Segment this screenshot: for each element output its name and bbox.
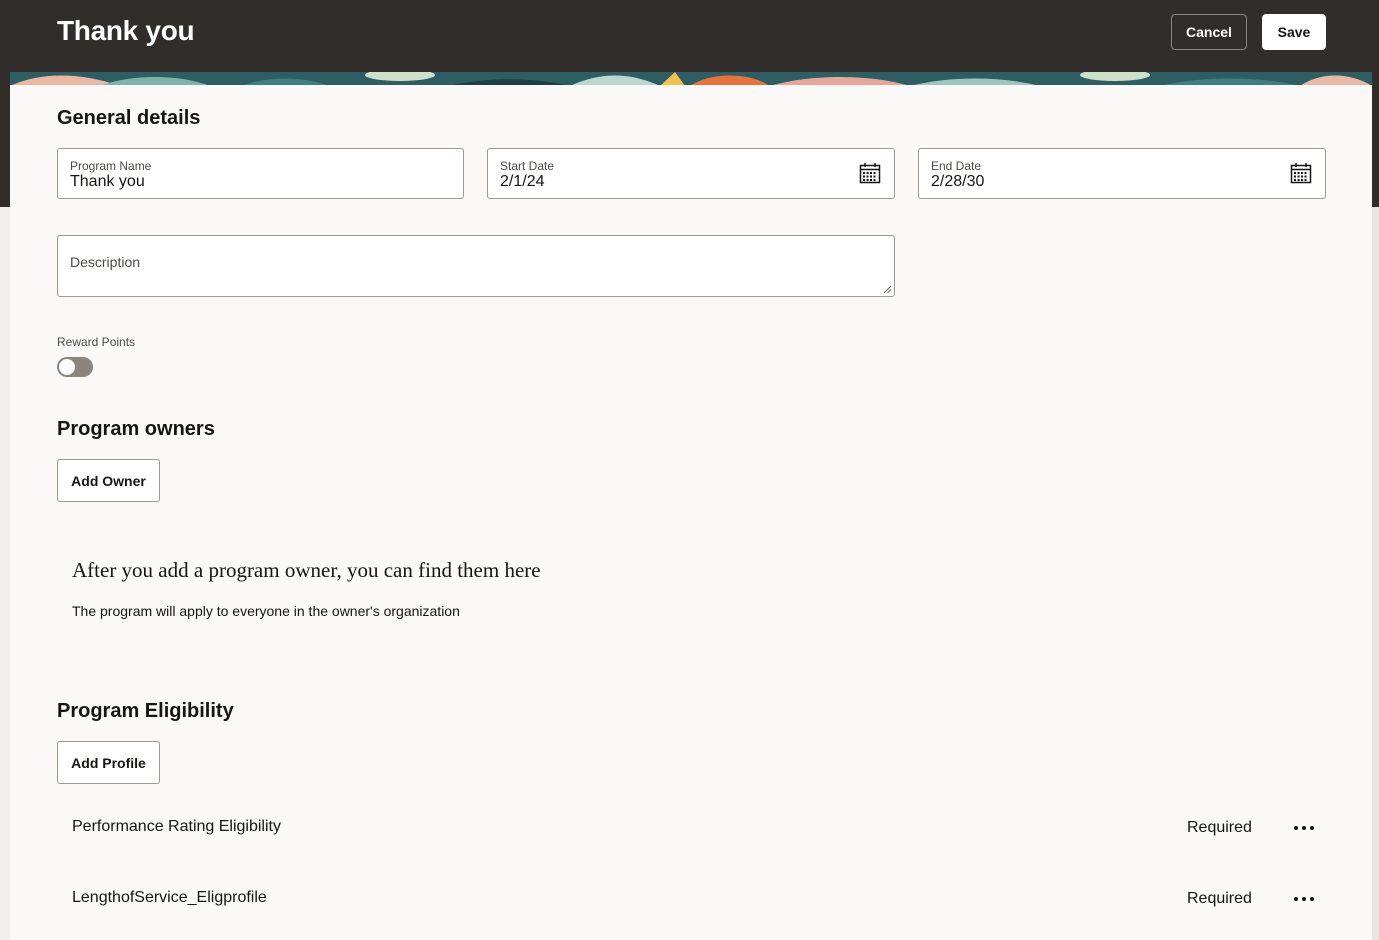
end-date-label: End Date — [931, 159, 982, 173]
program-name-value: Thank you — [70, 173, 145, 190]
banner-pattern-image — [10, 72, 1372, 86]
more-options-icon[interactable] — [1292, 816, 1316, 840]
general-details-heading: General details — [57, 107, 201, 129]
page-edge — [1372, 207, 1379, 940]
owners-empty-title: After you add a program owner, you can f… — [72, 558, 541, 582]
decorative-banner — [10, 72, 1372, 86]
list-item: LengthofService_Eligprofile Required — [57, 879, 1327, 919]
reward-points-label: Reward Points — [57, 335, 136, 349]
reward-points-toggle[interactable] — [57, 357, 93, 377]
program-owners-heading: Program owners — [57, 418, 215, 440]
page-title: Thank you — [57, 15, 195, 46]
calendar-icon[interactable] — [859, 162, 881, 184]
page-header: Thank you Cancel Save — [0, 0, 1379, 72]
eligibility-profile-name: Performance Rating Eligibility — [72, 818, 281, 835]
add-owner-button[interactable]: Add Owner — [57, 459, 160, 502]
toggle-knob — [59, 359, 75, 375]
eligibility-status: Required — [1187, 819, 1252, 836]
program-name-field[interactable]: Program Name Thank you — [57, 148, 464, 199]
calendar-icon[interactable] — [1290, 162, 1312, 184]
start-date-value: 2/1/24 — [500, 173, 545, 190]
end-date-field[interactable]: End Date 2/28/30 — [918, 148, 1326, 199]
description-field[interactable]: Description — [57, 235, 895, 297]
end-date-value: 2/28/30 — [931, 173, 985, 190]
more-options-icon[interactable] — [1292, 887, 1316, 911]
start-date-label: Start Date — [500, 159, 555, 173]
eligibility-status: Required — [1187, 890, 1252, 907]
add-profile-button[interactable]: Add Profile — [57, 741, 160, 784]
description-label: Description — [70, 254, 141, 270]
program-name-label: Program Name — [70, 159, 152, 173]
start-date-field[interactable]: Start Date 2/1/24 — [487, 148, 895, 199]
program-eligibility-heading: Program Eligibility — [57, 700, 234, 722]
save-button[interactable]: Save — [1262, 14, 1326, 50]
resize-grip-icon[interactable] — [882, 284, 892, 294]
cancel-button[interactable]: Cancel — [1171, 14, 1247, 50]
list-item: Performance Rating Eligibility Required — [57, 808, 1327, 848]
eligibility-profile-name: LengthofService_Eligprofile — [72, 889, 267, 906]
owners-empty-subtitle: The program will apply to everyone in th… — [72, 603, 460, 619]
